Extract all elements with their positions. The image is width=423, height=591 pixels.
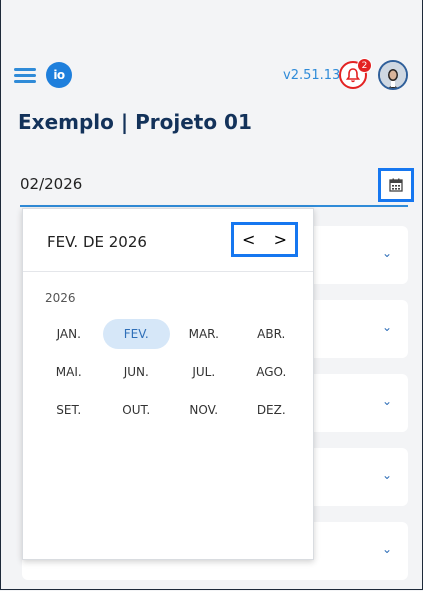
- month-option[interactable]: JUL.: [170, 357, 238, 387]
- month-picker-label[interactable]: FEV. DE 2026: [47, 233, 147, 251]
- month-option[interactable]: JUN.: [103, 357, 171, 387]
- chevron-down-icon: ⌄: [381, 246, 392, 260]
- next-year-button[interactable]: >: [274, 230, 287, 249]
- prev-year-button[interactable]: <: [242, 230, 255, 249]
- month-picker: FEV. DE 2026 < > 2026 JAN. FEV. MAR. ABR. MA…: [22, 208, 314, 560]
- month-grid: JAN. FEV. MAR. ABR. MAI. JUN. JUL. AGO. SET. OUT.…: [35, 319, 305, 425]
- chevron-down-icon: ⌄: [381, 394, 392, 408]
- calendar-button[interactable]: [378, 168, 414, 202]
- date-input[interactable]: 02/2026: [20, 175, 82, 193]
- notification-badge: 2: [357, 58, 372, 73]
- date-input-underline: [20, 205, 408, 207]
- user-avatar[interactable]: [378, 60, 408, 90]
- page-title: Exemplo | Projeto 01: [18, 110, 252, 134]
- month-option[interactable]: OUT.: [103, 395, 171, 425]
- version-label: v2.51.13: [283, 68, 341, 83]
- chevron-down-icon: ⌄: [381, 320, 392, 334]
- month-option[interactable]: AGO.: [238, 357, 306, 387]
- month-nav: < >: [231, 222, 298, 257]
- chevron-down-icon: ⌄: [381, 468, 392, 482]
- month-option[interactable]: ABR.: [238, 319, 306, 349]
- month-option[interactable]: FEV.: [102, 319, 170, 349]
- month-option[interactable]: DEZ.: [238, 395, 306, 425]
- month-option[interactable]: MAI.: [35, 357, 103, 387]
- app-logo[interactable]: io: [46, 62, 72, 88]
- month-option[interactable]: JAN.: [35, 319, 103, 349]
- month-option[interactable]: SET.: [35, 395, 103, 425]
- year-label: 2026: [45, 291, 76, 305]
- month-option[interactable]: MAR.: [170, 319, 238, 349]
- calendar-icon: [389, 178, 403, 192]
- month-option[interactable]: NOV.: [170, 395, 238, 425]
- menu-icon[interactable]: [14, 68, 36, 84]
- month-picker-header: FEV. DE 2026 < >: [23, 209, 313, 272]
- chevron-down-icon: ⌄: [381, 542, 392, 556]
